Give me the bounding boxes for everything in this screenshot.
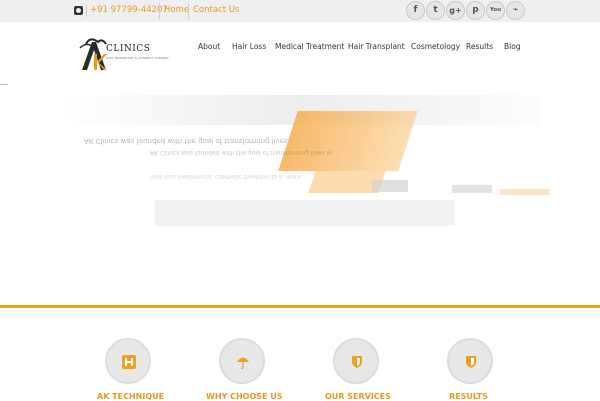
umbrella-icon	[237, 357, 249, 369]
slide-ghost-shape	[500, 189, 550, 195]
top-link-home[interactable]: Home	[164, 5, 189, 15]
slide-ghost-text: AK Clinics was founded with the goal of …	[150, 149, 332, 156]
rss-icon[interactable]: ⌁	[506, 1, 525, 20]
nav-hair-transplant[interactable]: Hair Transplant	[348, 42, 405, 51]
slide-ghost-box	[155, 200, 455, 226]
nav-medical-treatment[interactable]: Medical Treatment	[275, 42, 344, 51]
divider	[188, 3, 189, 19]
nav-about[interactable]: About	[198, 42, 220, 51]
accent-rule	[0, 305, 600, 308]
nav-cosmetology[interactable]: Cosmetology	[411, 42, 460, 51]
shield-icon	[466, 356, 476, 368]
youtube-icon[interactable]: You	[486, 1, 505, 20]
nav-results[interactable]: Results	[466, 42, 493, 51]
twitter-icon[interactable]: t	[426, 1, 445, 20]
feature-circle[interactable]	[219, 338, 265, 384]
divider	[86, 5, 87, 17]
google-plus-icon[interactable]: g+	[446, 1, 465, 20]
logo-tagline: HAIR TRANSPLANT & COSMETIC SURGERY	[106, 56, 169, 60]
feature-circle[interactable]	[447, 338, 493, 384]
phone-icon	[74, 6, 83, 15]
nav-hair-loss[interactable]: Hair Loss	[232, 42, 266, 51]
hospital-icon	[122, 355, 136, 369]
pinterest-icon[interactable]: p	[466, 1, 485, 20]
slide-ghost-shape	[372, 180, 408, 192]
feature-circle[interactable]	[333, 338, 379, 384]
slide-ghost-text: AK Clinics was founded with the goal of …	[84, 137, 288, 145]
divider	[159, 3, 160, 19]
phone-number[interactable]: +91 97799-44207	[90, 5, 168, 15]
shield-icon	[352, 356, 362, 368]
hero-slider[interactable]: AK Clinics was founded with the goal of …	[0, 85, 600, 305]
feature-circle[interactable]	[105, 338, 151, 384]
nav-blog[interactable]: Blog	[504, 42, 521, 51]
top-link-contact-us[interactable]: Contact Us	[193, 5, 239, 15]
slide-ghost-shape	[452, 185, 492, 193]
facebook-icon[interactable]: f	[406, 1, 425, 20]
slide-ghost-text: Hair loss treatments, cosmetic treatment…	[150, 173, 301, 180]
top-bar: +91 97799-44207 Home Contact Us f t g+ p…	[0, 0, 600, 22]
site-header: CLINICS HAIR TRANSPLANT & COSMETIC SURGE…	[0, 22, 600, 84]
logo-text: CLINICS	[106, 44, 151, 54]
slide-ghost-shape	[278, 111, 418, 171]
